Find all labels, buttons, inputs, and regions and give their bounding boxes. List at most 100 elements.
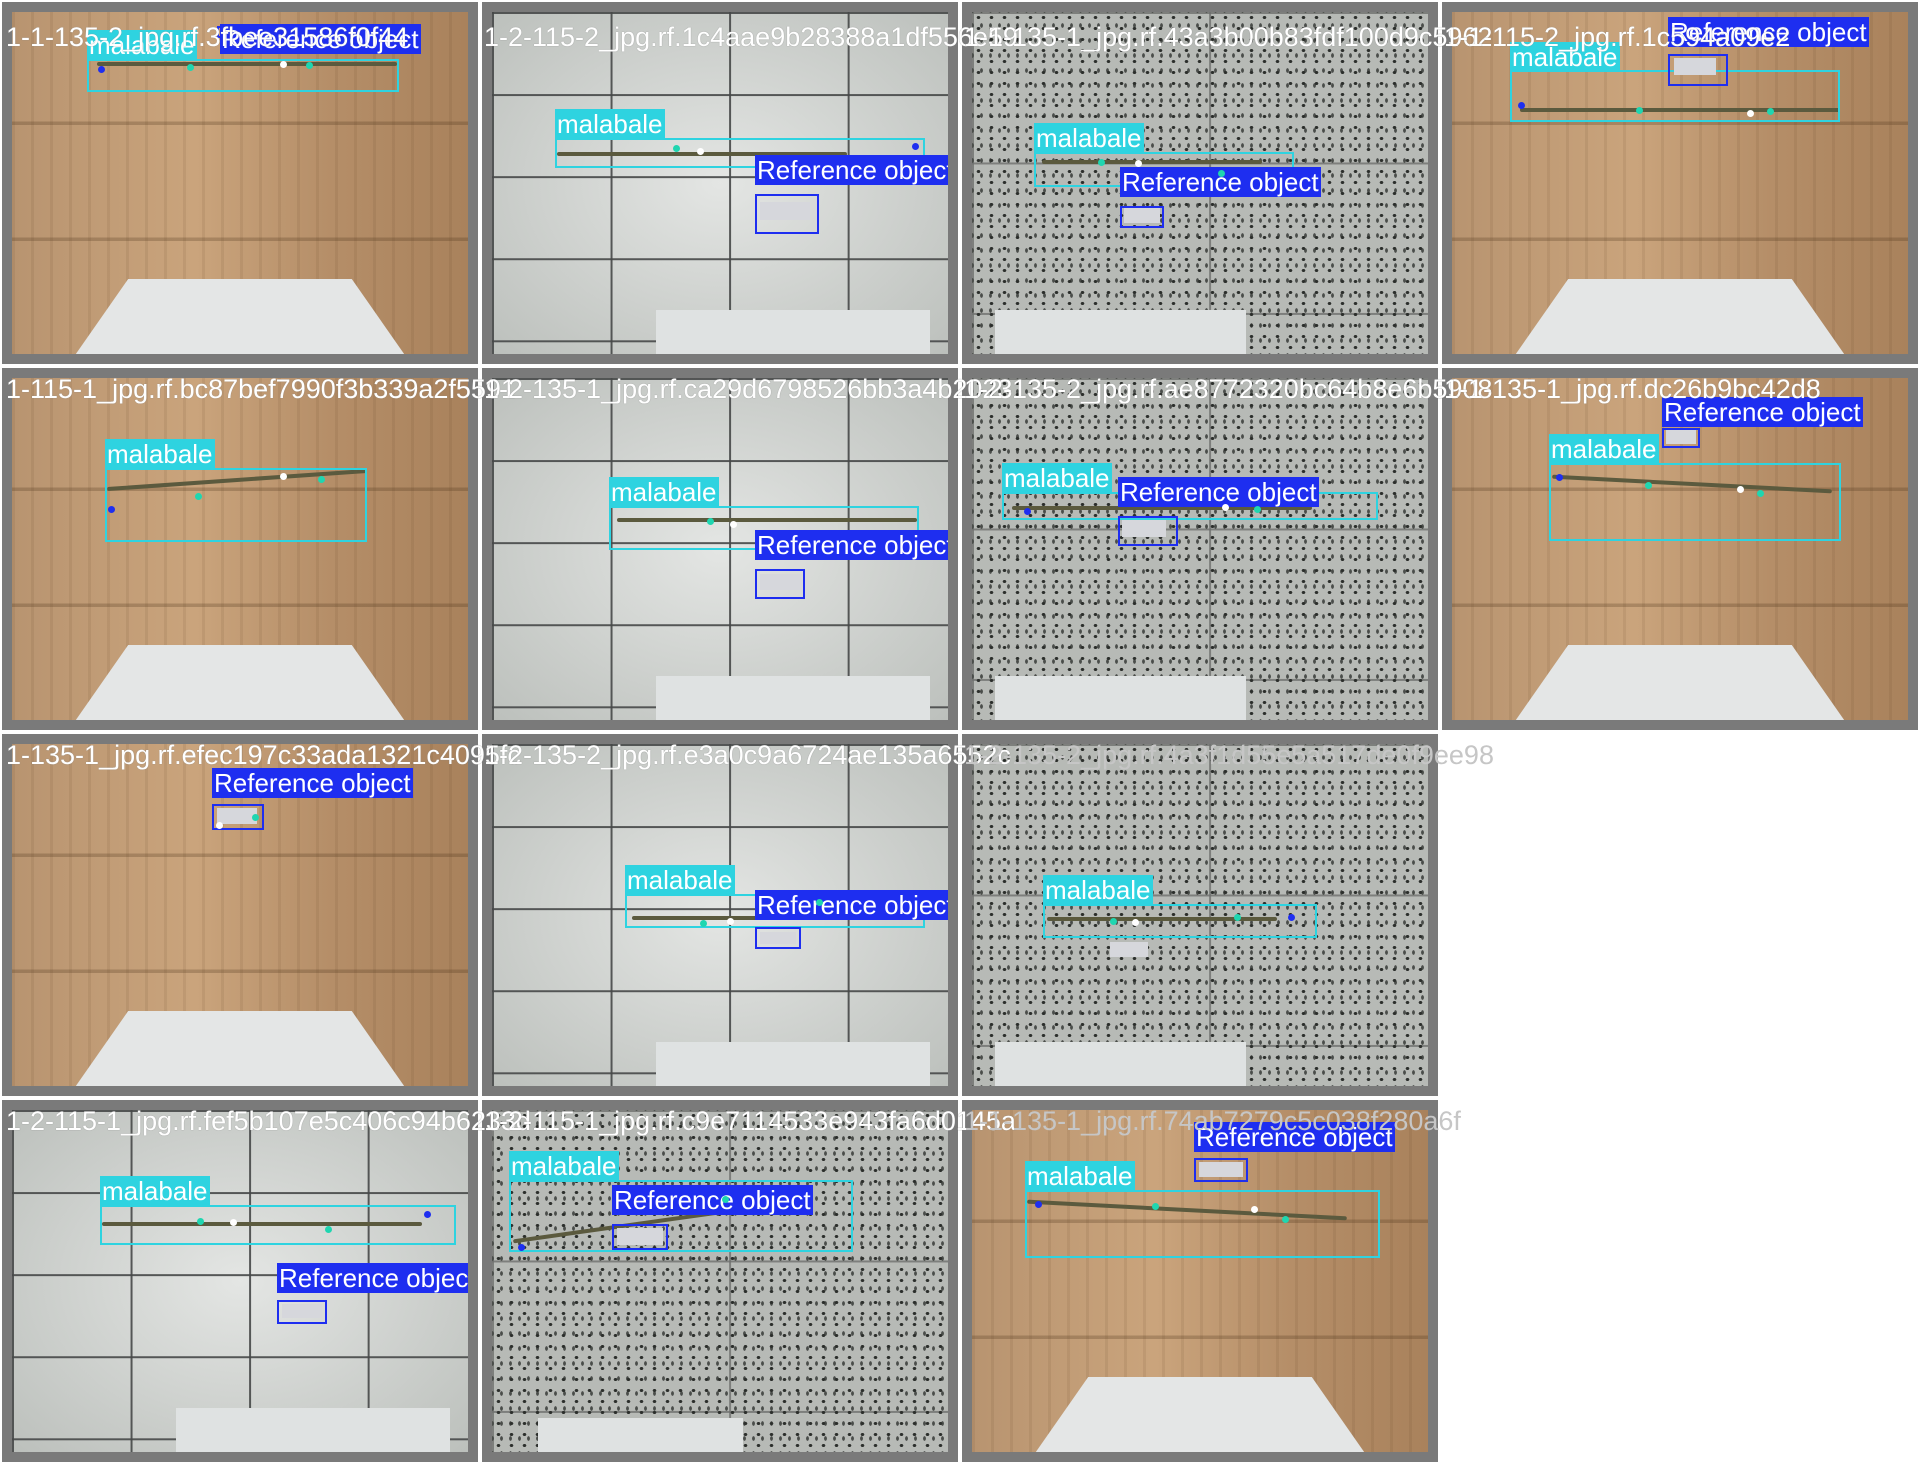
keypoint-dot xyxy=(673,145,680,152)
plant-box[interactable] xyxy=(105,468,367,542)
keypoint-dot xyxy=(1135,160,1142,167)
reference-label: Reference object xyxy=(1118,477,1319,507)
keypoint-dot xyxy=(108,506,115,513)
reference-label: Reference object xyxy=(755,890,948,920)
reference-box[interactable] xyxy=(277,1300,327,1324)
plant-box[interactable] xyxy=(1043,904,1317,938)
table-stand xyxy=(1515,644,1845,720)
filename-caption: 1-1-135-1_jpg.rf.74ab7279c5c038f280a6f xyxy=(964,1106,1461,1136)
plant-label: malabale xyxy=(509,1151,619,1181)
keypoint-dot xyxy=(1747,110,1754,117)
keypoint-dot xyxy=(912,143,919,150)
keypoint-dot xyxy=(1556,474,1563,481)
keypoint-dot xyxy=(700,920,707,927)
table-stand xyxy=(537,1417,743,1452)
filename-caption: 1-1-135-1_jpg.rf.43a3b00b83fdf100d9c5962 xyxy=(964,22,1493,52)
image-tile-3[interactable]: malabale Reference object xyxy=(960,0,1440,366)
photo-wood-floor: malabale Reference object xyxy=(1452,12,1908,354)
table-stand xyxy=(75,644,405,720)
keypoint-dot xyxy=(1757,490,1764,497)
keypoint-dot xyxy=(816,899,823,906)
image-tile-5[interactable]: malabale xyxy=(0,366,480,732)
keypoint-dot xyxy=(187,64,194,71)
filename-caption: 1-2-115-2_jpg.rf.1c4aae9b28388a1df556e59 xyxy=(484,22,1018,52)
reference-box[interactable] xyxy=(755,569,805,599)
image-tile-6[interactable]: malabale Reference object xyxy=(480,366,960,732)
photo-tile-floor: malabale Reference object xyxy=(492,378,948,720)
keypoint-dot xyxy=(904,894,911,901)
keypoint-dot xyxy=(1288,914,1295,921)
keypoint-dot xyxy=(318,476,325,483)
keypoint-dot xyxy=(306,62,313,69)
keypoint-dot xyxy=(197,1218,204,1225)
plant-label: malabale xyxy=(1025,1161,1135,1191)
plant-label: malabale xyxy=(555,109,665,139)
image-tile-8[interactable]: malabale Reference object xyxy=(1440,366,1920,732)
photo-tile-floor: malabale Reference object xyxy=(492,12,948,354)
image-tile-11[interactable]: malabale xyxy=(960,732,1440,1098)
reference-box[interactable] xyxy=(1194,1158,1248,1182)
plant-label: malabale xyxy=(1034,123,1144,153)
reference-label: Reference object xyxy=(277,1263,468,1293)
reference-box[interactable] xyxy=(755,927,801,949)
plant-label: malabale xyxy=(609,477,719,507)
plant-box[interactable] xyxy=(100,1205,456,1245)
filename-caption: 1-1-135-2_jpg.rf.3fbee31586f0f44 xyxy=(6,22,409,52)
photo-wood-floor: Reference object xyxy=(12,744,468,1086)
reference-box[interactable] xyxy=(755,194,819,234)
keypoint-dot xyxy=(1636,107,1643,114)
photo-tile-floor: malabale Reference object xyxy=(12,1110,468,1452)
keypoint-dot xyxy=(1218,170,1225,177)
reference-box[interactable] xyxy=(1668,54,1728,86)
reference-box[interactable] xyxy=(1662,428,1700,448)
photo-terrazzo-floor: malabale Reference object xyxy=(972,378,1428,720)
keypoint-dot xyxy=(98,66,105,73)
table-stand xyxy=(75,278,405,354)
keypoint-dot xyxy=(722,1196,729,1203)
keypoint-dot xyxy=(707,518,714,525)
keypoint-dot xyxy=(1251,1206,1258,1213)
image-tile-14[interactable]: malabale Reference object xyxy=(960,1098,1440,1464)
image-tile-13[interactable]: malabale Reference object xyxy=(480,1098,960,1464)
filename-caption: 1-2-135-2_jpg.rf.4a3f1d55e5a517de0f9ee98 xyxy=(964,740,1494,770)
keypoint-dot xyxy=(325,1226,332,1233)
photo-wood-floor: malabale Reference object xyxy=(972,1110,1428,1452)
plant-box[interactable] xyxy=(1549,463,1841,541)
keypoint-dot xyxy=(216,822,223,829)
photo-terrazzo-floor: malabale Reference object xyxy=(492,1110,948,1452)
photo-tile-floor: malabale Reference object xyxy=(492,744,948,1086)
table-stand xyxy=(994,309,1246,354)
reference-box[interactable] xyxy=(612,1224,668,1250)
keypoint-dot xyxy=(730,521,737,528)
keypoint-dot xyxy=(1222,504,1229,511)
filename-caption: 1-2-115-1_jpg.rf.fef5b107e5c406c94b6233d xyxy=(6,1106,531,1136)
keypoint-dot xyxy=(252,814,259,821)
image-tile-2[interactable]: malabale Reference object xyxy=(480,0,960,366)
plant-box[interactable] xyxy=(87,59,399,92)
table-stand xyxy=(75,1010,405,1086)
table-stand xyxy=(656,1041,930,1086)
keypoint-dot xyxy=(1110,918,1117,925)
plant-label: malabale xyxy=(625,865,735,895)
reference-box[interactable] xyxy=(1120,206,1164,228)
plant-label: malabale xyxy=(100,1176,210,1206)
keypoint-dot xyxy=(1098,159,1105,166)
image-tile-4[interactable]: malabale Reference object xyxy=(1440,0,1920,366)
keypoint-dot xyxy=(1254,506,1261,513)
photo-terrazzo-floor: malabale Reference object xyxy=(972,12,1428,354)
reference-box[interactable] xyxy=(1118,516,1178,546)
keypoint-dot xyxy=(1737,486,1744,493)
table-stand xyxy=(656,675,930,720)
table-stand xyxy=(656,309,930,354)
image-tile-1[interactable]: malabale Reference object xyxy=(0,0,480,366)
image-tile-9[interactable]: Reference object xyxy=(0,732,480,1098)
table-stand xyxy=(176,1407,450,1452)
filename-caption: 1-1-115-2_jpg.rf.1c594a09e2 xyxy=(1444,22,1791,52)
image-tile-7[interactable]: malabale Reference object xyxy=(960,366,1440,732)
photo-wood-floor: malabale xyxy=(12,378,468,720)
plant-box[interactable] xyxy=(1025,1190,1380,1258)
image-tile-10[interactable]: malabale Reference object xyxy=(480,732,960,1098)
table-stand xyxy=(994,1041,1246,1086)
filename-caption: 1-2-135-2_jpg.rf.ae8772320bc64b8e6b5908 xyxy=(964,374,1493,404)
image-tile-12[interactable]: malabale Reference object xyxy=(0,1098,480,1464)
